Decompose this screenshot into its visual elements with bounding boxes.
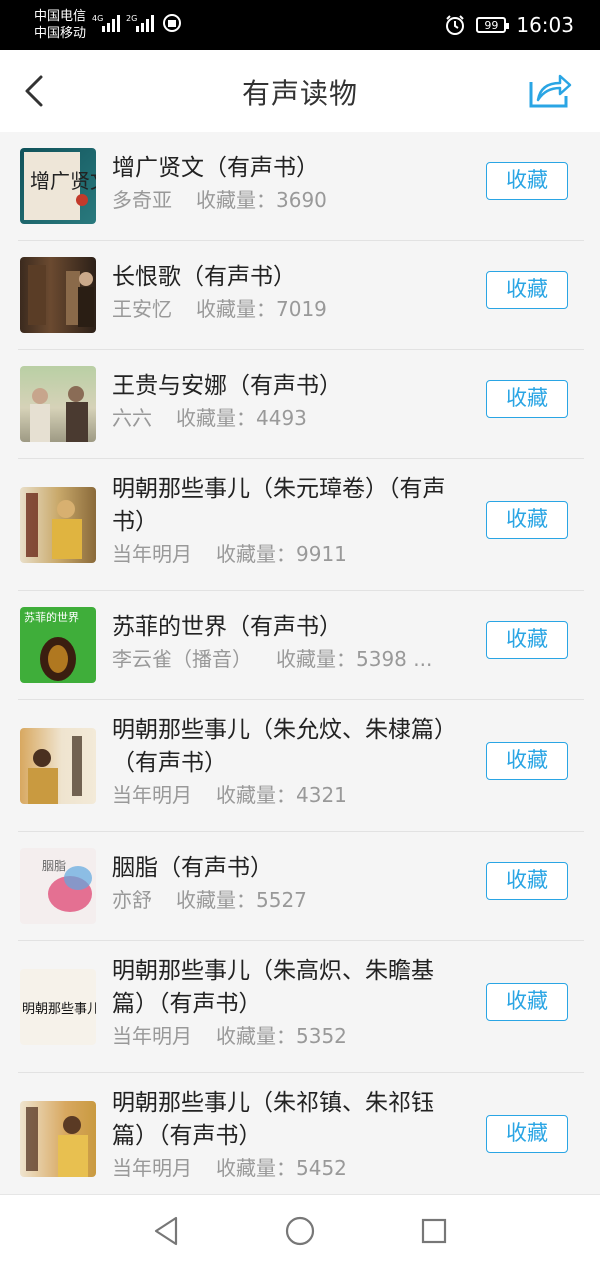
system-nav-bar (0, 1194, 600, 1267)
book-list: 增广贤文 增广贤文（有声书） 多奇亚收藏量：3690 收藏 长恨歌（有声书） 王… (0, 132, 600, 1194)
status-bar: 中国电信 中国移动 4G 2G 99 16:03 (0, 0, 600, 50)
book-cover[interactable] (20, 366, 96, 442)
collect-count: 4493 (256, 406, 307, 430)
list-item[interactable]: 明朝那些事儿（朱允炆、朱棣篇）（有声书） 当年明月 收藏量：4321 收藏 (18, 700, 584, 832)
collect-button[interactable]: 收藏 (486, 162, 568, 200)
list-item[interactable]: 明朝那些事儿 明朝那些事儿（朱高炽、朱瞻基篇）（有声书） 当年明月 收藏量：535… (18, 941, 584, 1073)
triangle-back-icon[interactable] (152, 1215, 180, 1247)
list-item[interactable]: 胭脂 胭脂（有声书） 亦舒 收藏量：5527 收藏 (18, 832, 584, 941)
page-title: 有声读物 (241, 77, 358, 110)
collect-count: 5352 (296, 1024, 347, 1048)
collect-button[interactable]: 收藏 (486, 862, 568, 900)
book-meta: 多奇亚 收藏量：3690 (112, 185, 454, 215)
collect-count-label: 收藏量： (216, 1024, 296, 1048)
square-recent-icon[interactable] (420, 1215, 448, 1247)
collect-count: 5452 (296, 1156, 347, 1180)
carrier-labels: 中国电信 中国移动 (34, 8, 86, 42)
clock: 16:03 (516, 13, 574, 37)
book-author: 当年明月 (112, 1024, 192, 1048)
book-author: 当年明月 (112, 542, 192, 566)
book-cover[interactable] (20, 487, 96, 563)
book-meta: 当年明月 收藏量：5452 (112, 1153, 454, 1183)
carrier-2: 中国移动 (34, 26, 87, 41)
collect-count-label: 收藏量： (216, 1156, 296, 1180)
collect-button[interactable]: 收藏 (486, 742, 568, 780)
book-cover[interactable]: 明朝那些事儿 (20, 969, 96, 1045)
collect-count: 7019 (276, 297, 327, 321)
book-cover[interactable]: 胭脂 (20, 848, 96, 924)
book-cover[interactable] (20, 1101, 96, 1177)
book-author: 当年明月 (112, 1156, 192, 1180)
book-title: 明朝那些事儿（朱元璋卷）（有声书） (112, 476, 446, 535)
book-author: 当年明月 (112, 783, 192, 807)
collect-button[interactable]: 收藏 (486, 380, 568, 418)
app-header: 有声读物 (0, 50, 600, 132)
book-cover[interactable] (20, 257, 96, 333)
svg-text:胭脂: 胭脂 (42, 858, 66, 873)
collect-count-label: 收藏量： (216, 783, 296, 807)
collect-count: 5527 (256, 888, 307, 912)
book-author: 多奇亚 (112, 188, 172, 212)
book-meta: 当年明月 收藏量：4321 (112, 780, 454, 810)
book-cover[interactable]: 苏菲的世界 (20, 607, 96, 683)
svg-text:2G: 2G (126, 14, 137, 23)
svg-text:苏菲的世界: 苏菲的世界 (24, 610, 79, 624)
book-author: 亦舒 (112, 888, 152, 912)
collect-button[interactable]: 收藏 (486, 501, 568, 539)
collect-button[interactable]: 收藏 (486, 983, 568, 1021)
book-title: 明朝那些事儿（朱允炆、朱棣篇）（有声书） (112, 717, 446, 776)
book-cover[interactable] (20, 728, 96, 804)
battery-indicator: 99 (476, 17, 510, 33)
book-meta: 当年明月 收藏量：5352 (112, 1021, 454, 1051)
list-item[interactable]: 长恨歌（有声书） 王安忆 收藏量：7019 收藏 (18, 241, 584, 350)
collect-count-label: 收藏量： (196, 297, 276, 321)
collect-count: 3690 (276, 188, 327, 212)
app-notification-icon (163, 14, 181, 32)
svg-text:明朝那些事儿: 明朝那些事儿 (22, 1002, 96, 1017)
list-item[interactable]: 苏菲的世界 苏菲的世界（有声书） 李云雀（播音） 收藏量：5398 ... 收藏 (18, 591, 584, 700)
signal-2g-icon: 2G (126, 14, 154, 32)
book-title: 明朝那些事儿（朱祁镇、朱祁钰篇）（有声书） (112, 1090, 434, 1149)
book-meta: 当年明月 收藏量：9911 (112, 539, 454, 569)
book-meta: 李云雀（播音） 收藏量：5398 ... (112, 644, 454, 674)
collect-button[interactable]: 收藏 (486, 271, 568, 309)
book-title: 明朝那些事儿（朱高炽、朱瞻基篇）（有声书） (112, 958, 434, 1017)
book-author: 王安忆 (112, 297, 172, 321)
list-item[interactable]: 明朝那些事儿（朱祁镇、朱祁钰篇）（有声书） 当年明月 收藏量：5452 收藏 (18, 1073, 584, 1194)
collect-count: 4321 (296, 783, 347, 807)
collect-count: 5398 ... (356, 647, 433, 671)
book-title: 王贵与安娜（有声书） (112, 373, 342, 399)
collect-count-label: 收藏量： (216, 542, 296, 566)
book-cover[interactable]: 增广贤文 (20, 148, 96, 224)
carrier-1: 中国电信 (34, 9, 87, 24)
book-meta: 亦舒 收藏量：5527 (112, 885, 454, 915)
collect-count-label: 收藏量： (176, 406, 256, 430)
signal-4g-icon: 4G (92, 14, 120, 32)
list-item[interactable]: 明朝那些事儿（朱元璋卷）（有声书） 当年明月 收藏量：9911 收藏 (18, 459, 584, 591)
book-title: 胭脂（有声书） (112, 855, 273, 881)
collect-button[interactable]: 收藏 (486, 1115, 568, 1153)
book-author: 李云雀（播音） (112, 647, 252, 671)
book-title: 长恨歌（有声书） (112, 264, 296, 290)
book-author: 六六 (112, 406, 152, 430)
collect-count-label: 收藏量： (196, 188, 276, 212)
circle-home-icon[interactable] (284, 1215, 316, 1247)
collect-count-label: 收藏量： (276, 647, 356, 671)
book-title: 苏菲的世界（有声书） (112, 614, 342, 640)
list-item[interactable]: 王贵与安娜（有声书） 六六 收藏量：4493 收藏 (18, 350, 584, 459)
book-title: 增广贤文（有声书） (112, 155, 319, 181)
svg-text:增广贤文: 增广贤文 (30, 169, 96, 193)
collect-count-label: 收藏量： (176, 888, 256, 912)
alarm-icon (446, 15, 465, 35)
collect-count: 9911 (296, 542, 347, 566)
collect-button[interactable]: 收藏 (486, 621, 568, 659)
book-meta: 王安忆 收藏量：7019 (112, 294, 454, 324)
share-icon[interactable] (528, 70, 572, 110)
book-meta: 六六 收藏量：4493 (112, 403, 454, 433)
list-item[interactable]: 增广贤文 增广贤文（有声书） 多奇亚收藏量：3690 收藏 (18, 132, 584, 241)
svg-text:4G: 4G (92, 14, 103, 23)
